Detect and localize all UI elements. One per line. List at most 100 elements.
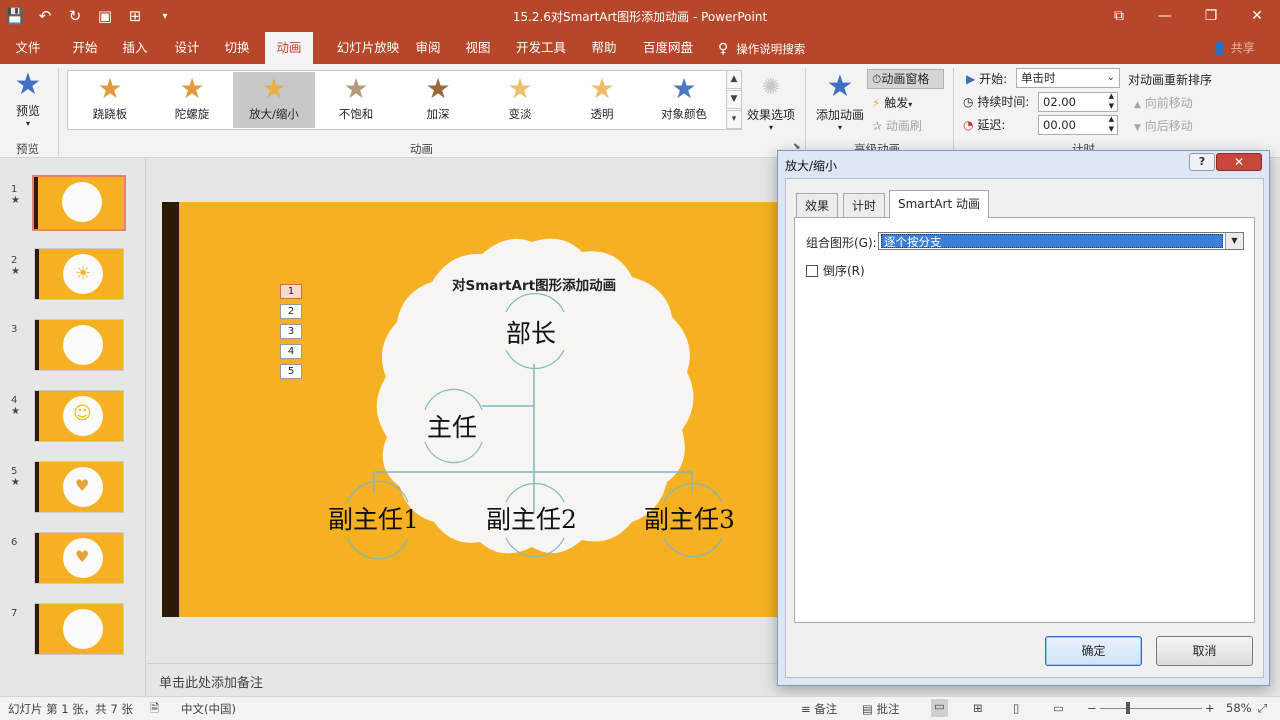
gallery-more[interactable]: ▾ xyxy=(726,110,742,129)
anim-desaturate[interactable]: ★ 不饱和 xyxy=(315,72,397,128)
anim-grow-shrink[interactable]: ★ 放大/缩小 xyxy=(233,72,315,128)
ribbon-display-icon[interactable]: ⧉ xyxy=(1096,0,1142,32)
slide-number: 4 ★ xyxy=(11,395,20,417)
tab-baidu[interactable]: 百度网盘 xyxy=(632,32,704,64)
effect-options-button[interactable]: ✺ 效果选项 ▾ xyxy=(745,70,797,132)
anim-spin[interactable]: ★ 陀螺旋 xyxy=(151,72,233,128)
normal-view-icon[interactable]: ▭ xyxy=(931,699,948,717)
anim-lighten[interactable]: ★ 变淡 xyxy=(479,72,561,128)
star-icon: ★ xyxy=(179,72,205,105)
tab-slideshow[interactable]: 幻灯片放映 xyxy=(318,32,418,64)
move-later-button[interactable]: ▼ 向后移动 xyxy=(1134,117,1193,134)
zoom-in-icon[interactable]: + xyxy=(1205,701,1215,715)
reverse-order-checkbox[interactable]: 倒序(R) xyxy=(806,262,865,279)
node-department-head[interactable]: 部长 xyxy=(506,314,556,350)
share-button[interactable]: 👤 共享 xyxy=(1212,32,1255,64)
comments-button[interactable]: ▤ 批注 xyxy=(862,701,900,717)
fit-slide-icon[interactable]: ⤢ xyxy=(1258,701,1267,716)
gallery-scroll-up[interactable]: ▲ xyxy=(726,70,742,89)
tab-design[interactable]: 设计 xyxy=(164,32,210,64)
chevron-down-icon: ▾ xyxy=(837,123,842,132)
dropdown-arrow-icon[interactable]: ▼ xyxy=(1225,233,1243,249)
anim-transparency[interactable]: ★ 透明 xyxy=(561,72,643,128)
tell-me-search[interactable]: ♀ 操作说明搜索 xyxy=(718,32,805,64)
restore-icon[interactable]: ❐ xyxy=(1188,0,1234,32)
animation-gallery: ★ 跷跷板 ★ 陀螺旋 ★ 放大/缩小 ★ 不饱和 ★ 加深 ★ 变淡 ★ 透明… xyxy=(67,70,742,130)
node-deputy-1[interactable]: 副主任1 xyxy=(328,500,419,536)
close-icon[interactable]: ✕ xyxy=(1234,0,1280,32)
slideshow-icon[interactable]: ▭ xyxy=(1053,701,1064,715)
animation-order-tag[interactable]: 5 xyxy=(280,364,302,379)
slide-thumb-7[interactable] xyxy=(34,603,124,655)
animation-painter-button[interactable]: ✰ 动画刷 xyxy=(872,117,922,134)
animation-pane-icon: ⏱ xyxy=(872,72,882,86)
cancel-button[interactable]: 取消 xyxy=(1156,636,1253,666)
reading-view-icon[interactable]: ▯ xyxy=(1013,701,1019,715)
zoom-out-icon[interactable]: − xyxy=(1087,701,1097,715)
group-graphic-select[interactable]: 逐个按分支 ▼ xyxy=(878,232,1244,250)
notes-pane[interactable]: 单击此处添加备注 xyxy=(147,663,787,696)
star-icon: ★ xyxy=(97,72,123,105)
tab-developer[interactable]: 开发工具 xyxy=(506,32,576,64)
delay-icon: ◔ xyxy=(963,118,974,132)
anim-object-color[interactable]: ★ 对象颜色 xyxy=(643,72,725,128)
zoom-level[interactable]: 58% xyxy=(1226,701,1252,715)
slide-thumb-2[interactable]: ☀ xyxy=(34,248,124,300)
zoom-slider-track[interactable] xyxy=(1100,708,1202,709)
node-director[interactable]: 主任 xyxy=(427,408,477,444)
spinner-icon[interactable]: ▲ ▼ xyxy=(1109,91,1114,111)
slide-thumb-3[interactable] xyxy=(34,319,124,371)
animation-order-tag[interactable]: 2 xyxy=(280,304,302,319)
animation-order-tag[interactable]: 3 xyxy=(280,324,302,339)
close-icon[interactable]: ✕ xyxy=(1216,153,1262,171)
ok-button[interactable]: 确定 xyxy=(1045,636,1142,666)
arrow-up-icon: ▲ xyxy=(1134,100,1141,110)
slide-thumb-1[interactable] xyxy=(32,175,126,231)
node-deputy-3[interactable]: 副主任3 xyxy=(644,500,735,536)
gallery-scroll-down[interactable]: ▼ xyxy=(726,90,742,109)
preview-button[interactable]: ★ 预览 ▾ xyxy=(6,68,50,129)
slide-thumb-4[interactable]: ☺ xyxy=(34,390,124,442)
slide-title[interactable]: 对SmartArt图形添加动画 xyxy=(452,274,616,294)
slide-canvas[interactable]: 对SmartArt图形添加动画 部长 主任 副主任1 副主任2 副主任3 1 2… xyxy=(162,202,802,617)
start-select[interactable]: 单击时 ⌄ xyxy=(1016,68,1120,88)
tab-effect[interactable]: 效果 xyxy=(796,193,839,217)
window-controls: ⧉ — ❐ ✕ xyxy=(1096,0,1280,32)
animation-order-tag[interactable]: 1 xyxy=(280,284,302,299)
trigger-button[interactable]: ⚡ 触发▾ xyxy=(872,94,912,111)
animation-order-tag[interactable]: 4 xyxy=(280,344,302,359)
animation-pane-button[interactable]: ⏱动画窗格 xyxy=(867,69,944,89)
language[interactable]: 中文(中国) xyxy=(181,701,236,717)
tab-home[interactable]: 开始 xyxy=(60,32,110,64)
tab-transitions[interactable]: 切换 xyxy=(214,32,260,64)
slide-sorter-icon[interactable]: ⊞ xyxy=(973,701,983,715)
grow-shrink-dialog: 放大/缩小 ? ✕ 效果 计时 SmartArt 动画 组合图形(G): 逐个按… xyxy=(777,150,1270,686)
slide-thumb-5[interactable]: ♥ xyxy=(34,461,124,513)
title-bar: 💾 ↶ ↻ ▣ ⊞ ▾ 15.2.6对SmartArt图形添加动画 - Powe… xyxy=(0,0,1280,32)
tab-animations[interactable]: 动画 xyxy=(265,32,313,64)
tab-file[interactable]: 文件 xyxy=(6,32,50,64)
duration-input[interactable]: 02.00 ▲ ▼ xyxy=(1038,92,1118,112)
delay-input[interactable]: 00.00 ▲ ▼ xyxy=(1038,115,1118,135)
zoom-slider-thumb[interactable] xyxy=(1126,702,1130,714)
spelling-icon[interactable]: 🗎 xyxy=(150,701,159,720)
tab-review[interactable]: 审阅 xyxy=(406,32,450,64)
move-earlier-button[interactable]: ▲ 向前移动 xyxy=(1134,94,1193,111)
slide-number: 1 ★ xyxy=(11,184,20,206)
help-icon[interactable]: ? xyxy=(1189,153,1215,171)
node-deputy-2[interactable]: 副主任2 xyxy=(486,500,577,536)
tab-view[interactable]: 视图 xyxy=(456,32,500,64)
slide-number: 2 ★ xyxy=(11,255,20,277)
tab-smartart-animation[interactable]: SmartArt 动画 xyxy=(889,190,989,218)
chevron-down-icon: ▾ xyxy=(768,123,773,132)
tab-insert[interactable]: 插入 xyxy=(112,32,158,64)
slide-thumb-6[interactable]: ♥ xyxy=(34,532,124,584)
spinner-icon[interactable]: ▲ ▼ xyxy=(1109,114,1114,134)
notes-button[interactable]: ≡ 备注 xyxy=(801,701,837,717)
add-animation-button[interactable]: ★ 添加动画 ▾ xyxy=(812,68,868,132)
tab-timing[interactable]: 计时 xyxy=(843,193,886,217)
anim-darken[interactable]: ★ 加深 xyxy=(397,72,479,128)
minimize-icon[interactable]: — xyxy=(1142,0,1188,32)
anim-seesaw[interactable]: ★ 跷跷板 xyxy=(69,72,151,128)
tab-help[interactable]: 帮助 xyxy=(582,32,626,64)
